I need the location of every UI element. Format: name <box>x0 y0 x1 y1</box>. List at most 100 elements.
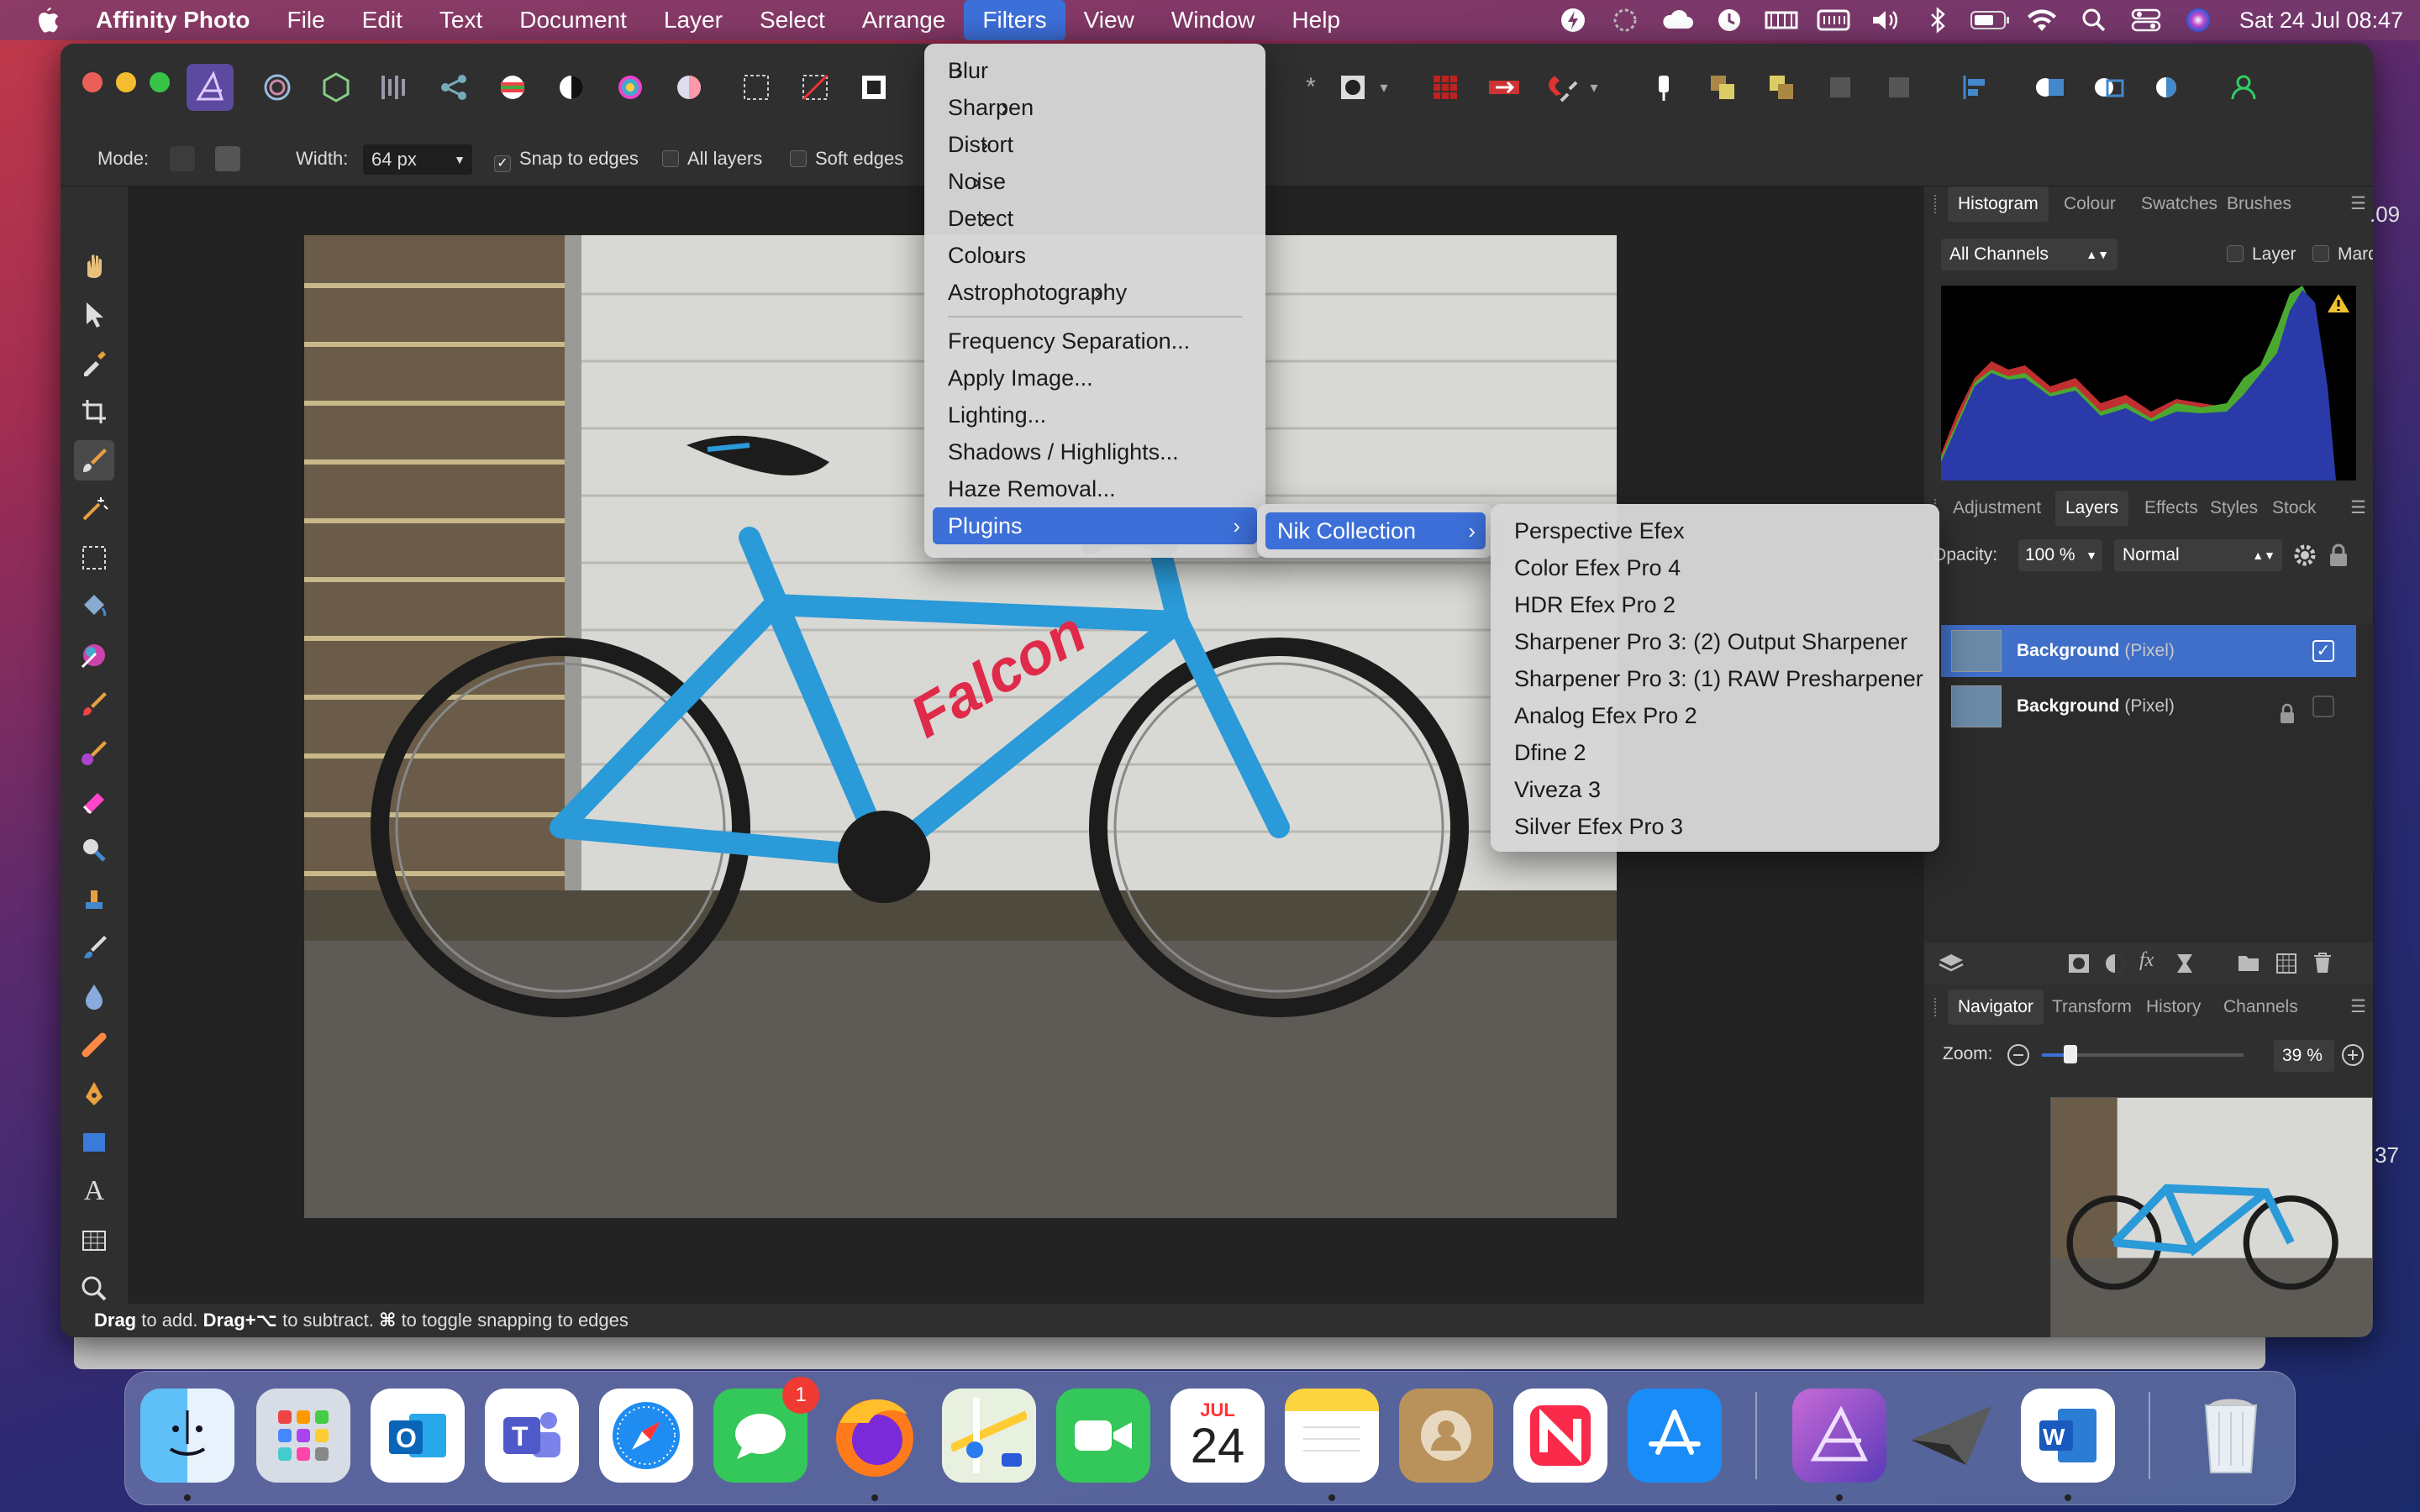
navigator-preview[interactable] <box>2050 1097 2373 1337</box>
pin-icon[interactable] <box>1640 64 1687 111</box>
view-tool-icon[interactable] <box>74 245 114 286</box>
menu-edit[interactable]: Edit <box>344 0 421 40</box>
menu-arrange[interactable]: Arrange <box>844 0 965 40</box>
menu-item-distort[interactable]: Distort › <box>924 126 1013 163</box>
hsl-icon[interactable] <box>607 64 654 111</box>
menu-window[interactable]: Window <box>1153 0 1274 40</box>
move-tool-icon[interactable] <box>74 294 114 334</box>
crop-tool-icon[interactable] <box>74 391 114 432</box>
white-balance-icon[interactable] <box>666 64 713 111</box>
dock-vectorworks-icon[interactable] <box>1907 1389 2001 1483</box>
mask-icon[interactable] <box>1329 64 1376 111</box>
healing-brush-tool-icon[interactable] <box>74 927 114 968</box>
dock-messages-icon[interactable]: 1 <box>713 1377 819 1483</box>
dock-teams-icon[interactable]: T <box>485 1389 579 1483</box>
layer-visibility-checkbox[interactable] <box>2312 696 2334 717</box>
wifi-icon[interactable] <box>2016 0 2068 40</box>
mode-new-icon[interactable] <box>170 146 195 171</box>
menu-item-shadows-highlights[interactable]: Shadows / Highlights... <box>924 433 1179 470</box>
dock-outlook-icon[interactable]: O <box>371 1389 465 1483</box>
menu-item-plugins[interactable]: Plugins › <box>933 507 1257 544</box>
paint-brush-tool-icon[interactable] <box>74 684 114 724</box>
dodge-tool-icon[interactable] <box>74 830 114 870</box>
selection-brush-tool-icon[interactable] <box>74 440 114 480</box>
cloud-icon[interactable] <box>1651 0 1703 40</box>
fx-icon[interactable]: fx <box>2139 949 2154 972</box>
snapping-icon[interactable] <box>1422 64 1469 111</box>
channels-select[interactable]: All Channels ▲▼ <box>1941 239 2118 270</box>
layer-lock-icon[interactable] <box>2279 694 2296 746</box>
app-name-menu[interactable]: Affinity Photo <box>77 0 269 40</box>
boolean-intersect-icon[interactable] <box>2144 64 2191 111</box>
layer-row-selected[interactable]: Background (Pixel) ✓ <box>1941 625 2356 677</box>
menu-help[interactable]: Help <box>1273 0 1359 40</box>
menu-item-astrophotography[interactable]: Astrophotography › <box>924 274 1127 311</box>
minimize-window-button[interactable] <box>116 72 136 92</box>
folder-icon[interactable] <box>2237 953 2260 977</box>
menu-item-viveza-3[interactable]: Viveza 3 <box>1491 771 1601 808</box>
zoom-in-icon[interactable] <box>2341 1043 2365 1071</box>
boolean-add-icon[interactable] <box>2027 64 2074 111</box>
marquee-checkbox-icon[interactable] <box>2312 245 2329 262</box>
menu-text[interactable]: Text <box>421 0 501 40</box>
dock-launchpad-icon[interactable] <box>256 1389 350 1483</box>
menu-item-lighting[interactable]: Lighting... <box>924 396 1046 433</box>
menu-item-colours[interactable]: Colours › <box>924 237 1026 274</box>
panel-grip-icon[interactable] <box>1934 998 1939 1016</box>
arrange-back-icon[interactable] <box>1876 64 1923 111</box>
pen-tool-icon[interactable] <box>74 1074 114 1114</box>
menu-item-dfine-2[interactable]: Dfine 2 <box>1491 734 1586 771</box>
menu-view[interactable]: View <box>1065 0 1153 40</box>
panel-menu-icon[interactable]: ☰ <box>2350 491 2366 526</box>
adjustment-icon[interactable] <box>2104 953 2126 979</box>
boolean-subtract-icon[interactable] <box>2086 64 2133 111</box>
menu-item-sharpener-pro-3-1-raw-presharpener[interactable]: Sharpener Pro 3: (1) RAW Presharpener <box>1491 660 1923 697</box>
tab-adjustment[interactable]: Adjustment <box>1953 491 2041 526</box>
user-account-icon[interactable] <box>2220 64 2267 111</box>
dock-maps-icon[interactable] <box>942 1389 1036 1483</box>
snap-checkbox-icon[interactable]: ✓ <box>494 155 511 172</box>
arrange-front-icon[interactable] <box>1699 64 1746 111</box>
menu-file[interactable]: File <box>269 0 344 40</box>
siri-icon[interactable] <box>2172 0 2224 40</box>
dock-facetime-icon[interactable] <box>1056 1389 1150 1483</box>
mesh-warp-tool-icon[interactable] <box>74 1220 114 1260</box>
inpainting-tool-icon[interactable] <box>74 1025 114 1065</box>
dock-firefox-icon[interactable] <box>828 1389 922 1483</box>
tab-layers[interactable]: Layers <box>2055 491 2129 526</box>
all-layers-checkbox[interactable]: All layers <box>662 131 762 186</box>
color-picker-tool-icon[interactable] <box>74 343 114 383</box>
add-mask-icon[interactable] <box>2067 953 2091 979</box>
no-selection-icon[interactable] <box>792 64 839 111</box>
star-icon[interactable]: * <box>1287 64 1334 111</box>
soft-edges-checkbox-icon[interactable] <box>790 150 807 167</box>
dock-affinity-photo-icon[interactable] <box>1792 1389 1886 1483</box>
dock-news-icon[interactable] <box>1513 1389 1607 1483</box>
control-center-icon[interactable] <box>2120 0 2172 40</box>
menu-item-hdr-efex-pro-2[interactable]: HDR Efex Pro 2 <box>1491 586 1676 623</box>
black-white-icon[interactable] <box>548 64 595 111</box>
tab-transform[interactable]: Transform <box>2052 990 2132 1025</box>
dock-finder-icon[interactable] <box>140 1389 234 1483</box>
width-dropdown-icon[interactable]: ▼ <box>454 144 466 175</box>
magnet-icon[interactable] <box>1539 64 1586 111</box>
liquify-persona-icon[interactable] <box>254 64 301 111</box>
layer-row[interactable]: Background (Pixel) <box>1941 680 2356 732</box>
histogram-layer-checkbox[interactable]: Layer <box>2227 239 2296 270</box>
menu-select[interactable]: Select <box>741 0 844 40</box>
menu-clock[interactable]: Sat 24 Jul 08:47 <box>2224 8 2403 34</box>
erase-tool-icon[interactable] <box>74 781 114 822</box>
dock-safari-icon[interactable] <box>599 1389 693 1483</box>
tone-mapping-persona-icon[interactable] <box>371 64 418 111</box>
tab-styles[interactable]: Styles <box>2210 491 2258 526</box>
bluetooth-icon[interactable] <box>1912 0 1964 40</box>
live-filter-icon[interactable] <box>2175 953 2195 979</box>
volume-icon[interactable] <box>1860 0 1912 40</box>
blur-brush-tool-icon[interactable] <box>74 976 114 1016</box>
menu-item-haze-removal[interactable]: Haze Removal... <box>924 470 1116 507</box>
width-field[interactable]: 64 px ▼ <box>355 131 472 186</box>
dock-calendar-icon[interactable]: JUL 24 <box>1171 1389 1265 1483</box>
layers-stack-icon[interactable] <box>1938 953 1965 979</box>
tab-stock[interactable]: Stock <box>2272 491 2317 526</box>
histogram-marquee-checkbox[interactable]: Marquee <box>2312 239 2373 270</box>
